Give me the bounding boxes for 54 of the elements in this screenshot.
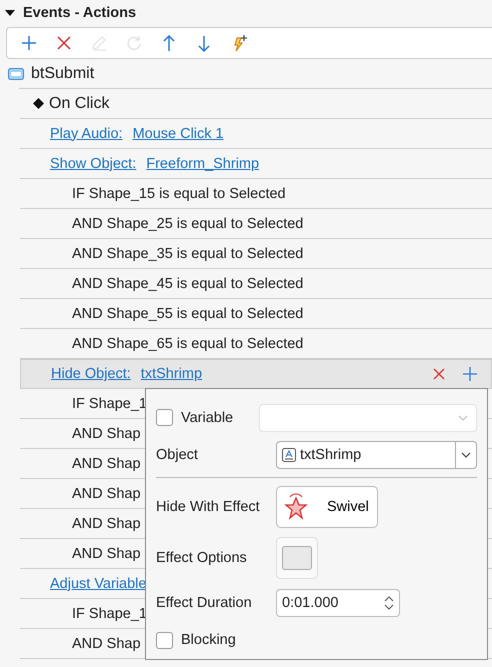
condition-text: AND Shap bbox=[72, 636, 141, 652]
object-label: Object bbox=[156, 447, 199, 464]
action-link[interactable]: Play Audio: bbox=[50, 126, 123, 142]
effect-label: Hide With Effect bbox=[156, 498, 261, 515]
condition-text: IF Shape_1 bbox=[72, 606, 147, 622]
condition-text: IF Shape_1 bbox=[72, 396, 147, 412]
condition-text: IF Shape_15 is equal to Selected bbox=[72, 186, 286, 202]
refresh-icon bbox=[126, 35, 142, 51]
condition-text: AND Shape_65 is equal to Selected bbox=[72, 336, 304, 352]
action-link[interactable]: Adjust Variable bbox=[50, 576, 146, 592]
condition-text: AND Shape_45 is equal to Selected bbox=[72, 276, 304, 292]
action-row[interactable]: Play Audio: Mouse Click 1 bbox=[20, 119, 492, 149]
condition-text: AND Shap bbox=[72, 486, 141, 502]
diamond-icon bbox=[33, 98, 44, 109]
effect-button[interactable]: Swivel bbox=[276, 486, 378, 528]
text-object-icon bbox=[282, 448, 296, 462]
blocking-label: Blocking bbox=[181, 632, 236, 648]
action-row[interactable]: Hide Object: txtShrimp bbox=[20, 359, 492, 389]
close-icon bbox=[56, 36, 70, 50]
condition-text: AND Shape_25 is equal to Selected bbox=[72, 216, 304, 232]
variable-label: Variable bbox=[181, 410, 234, 426]
action-link[interactable]: Hide Object: bbox=[51, 366, 131, 382]
down-arrow-icon bbox=[198, 34, 210, 52]
effect-options-label: Effect Options bbox=[156, 550, 248, 566]
object-name[interactable]: btSubmit bbox=[31, 64, 94, 82]
spinner-arrows-icon bbox=[384, 594, 394, 611]
chevron-down-icon bbox=[458, 414, 468, 421]
condition-text: AND Shape_35 is equal to Selected bbox=[72, 246, 304, 262]
condition-text: AND Shap bbox=[72, 456, 141, 472]
chevron-down-icon bbox=[461, 452, 471, 458]
condition-text: AND Shap bbox=[72, 546, 141, 562]
delete-icon[interactable] bbox=[433, 368, 445, 380]
condition-text: AND Shape_55 is equal to Selected bbox=[72, 306, 304, 322]
action-link[interactable]: Show Object: bbox=[50, 156, 136, 172]
up-arrow-icon bbox=[162, 34, 174, 52]
event-name[interactable]: On Click bbox=[49, 94, 110, 112]
plus-icon bbox=[20, 35, 36, 51]
pencil-icon bbox=[90, 35, 106, 51]
collapse-caret-icon[interactable] bbox=[5, 8, 15, 16]
condition-text: AND Shap bbox=[72, 426, 141, 442]
duration-spinbox[interactable]: 0:01.000 bbox=[276, 588, 400, 617]
target-link[interactable]: Freeform_Shrimp bbox=[146, 156, 260, 172]
variable-checkbox[interactable] bbox=[156, 409, 173, 426]
effect-options-button[interactable] bbox=[276, 537, 318, 580]
effect-duration-label: Effect Duration bbox=[156, 594, 253, 611]
panel-title: Events - Actions bbox=[23, 4, 136, 20]
button-object-icon bbox=[8, 68, 24, 80]
target-link[interactable]: txtShrimp bbox=[140, 366, 202, 382]
condition-text: AND Shap bbox=[72, 516, 141, 532]
blocking-checkbox[interactable] bbox=[156, 632, 173, 649]
target-link[interactable]: Mouse Click 1 bbox=[132, 126, 224, 142]
object-dropdown[interactable]: txtShrimp bbox=[276, 441, 477, 470]
plus-icon[interactable] bbox=[463, 367, 477, 381]
action-row[interactable]: Show Object: Freeform_Shrimp bbox=[20, 149, 492, 179]
